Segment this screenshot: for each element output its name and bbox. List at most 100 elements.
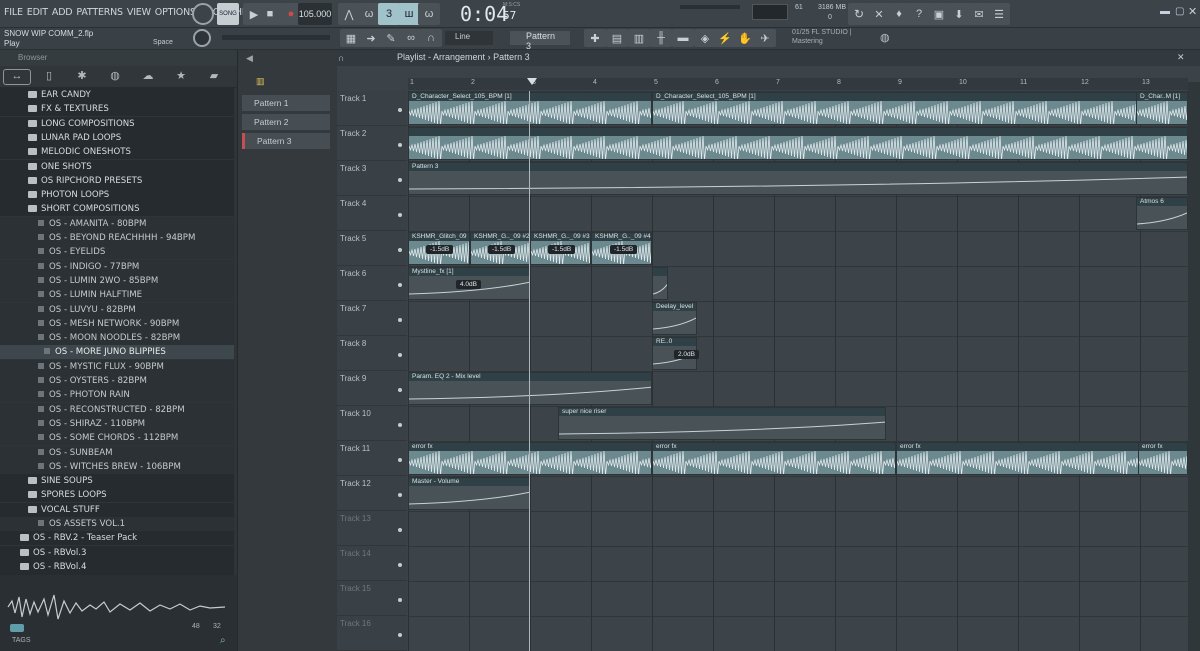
- track-header[interactable]: Track 10: [337, 406, 407, 441]
- browser-item[interactable]: OS - LUMIN 2WO - 85BPM: [0, 273, 234, 288]
- menu-item-view[interactable]: VIEW: [127, 7, 151, 18]
- song-mode-toggle[interactable]: SONG: [217, 3, 239, 25]
- search-icon[interactable]: ⌕: [220, 635, 226, 646]
- track-header[interactable]: Track 8: [337, 336, 407, 371]
- browser-icon[interactable]: ◈: [694, 29, 716, 47]
- browser-item[interactable]: OS - MESH NETWORK - 90BPM: [0, 316, 234, 331]
- browser-item[interactable]: OS - INDIGO - 77BPM: [0, 259, 234, 274]
- browser-favorites-tab[interactable]: ★: [167, 69, 195, 85]
- track-header[interactable]: Track 15: [337, 581, 407, 616]
- pattern-item-1[interactable]: Pattern 1: [242, 95, 330, 111]
- menu-item-edit[interactable]: EDIT: [27, 7, 48, 18]
- track-mute-led[interactable]: [398, 563, 402, 567]
- track-mute-led[interactable]: [398, 213, 402, 217]
- browser-item[interactable]: OS - OYSTERS - 82BPM: [0, 374, 234, 388]
- pattern-item-2[interactable]: Pattern 2: [242, 114, 330, 130]
- main-volume-knob[interactable]: [192, 3, 214, 25]
- track-mute-led[interactable]: [398, 493, 402, 497]
- track-mute-led[interactable]: [398, 633, 402, 637]
- track-mute-led[interactable]: [398, 598, 402, 602]
- playlist-close-icon[interactable]: ✕: [1177, 52, 1185, 63]
- blend-notes-icon[interactable]: ш: [398, 3, 420, 25]
- metronome-icon[interactable]: ⋀: [338, 3, 360, 25]
- news-icon[interactable]: ☰: [988, 3, 1010, 25]
- track-header[interactable]: Track 1: [337, 91, 407, 126]
- track-header[interactable]: Track 6: [337, 266, 407, 301]
- mic-icon[interactable]: ♦: [888, 3, 910, 25]
- mixer-icon[interactable]: ╫: [650, 29, 672, 47]
- maximize-icon[interactable]: ▢: [1175, 6, 1184, 17]
- browser-item[interactable]: OS RIPCHORD PRESETS: [0, 173, 234, 188]
- minimize-icon[interactable]: ▬: [1160, 6, 1170, 17]
- browser-item[interactable]: OS - SUNBEAM: [0, 445, 234, 460]
- snap-select[interactable]: Line: [445, 31, 493, 45]
- close-icon[interactable]: ✕: [1188, 5, 1197, 18]
- track-header[interactable]: Track 7: [337, 301, 407, 336]
- browser-item[interactable]: OS - MOON NOODLES - 82BPM: [0, 331, 234, 346]
- add-pattern-icon[interactable]: ✚: [584, 29, 606, 47]
- pitch-knob[interactable]: [193, 29, 211, 47]
- playlist-clip[interactable]: D_Character_Select_105_BPM [1]: [408, 92, 652, 125]
- arrangement-grid[interactable]: D_Character_Select_105_BPM [1] D_Characte…: [408, 91, 1188, 651]
- pencil-icon[interactable]: ✎: [380, 29, 402, 47]
- pattern-picker-menu-icon[interactable]: ◀: [246, 53, 253, 64]
- browser-item[interactable]: OS - RECONSTRUCTED - 82BPM: [0, 402, 234, 417]
- magnet-snap-icon[interactable]: ∩: [338, 53, 344, 63]
- browser-plugins-tab[interactable]: ✱: [68, 69, 96, 85]
- browser-all-tab[interactable]: ↔: [3, 69, 31, 85]
- browser-item[interactable]: VOCAL STUFF: [0, 502, 234, 517]
- track-mute-led[interactable]: [398, 283, 402, 287]
- track-header[interactable]: Track 3: [337, 161, 407, 196]
- send-icon[interactable]: ✈: [754, 29, 776, 47]
- browser-item[interactable]: SHORT COMPOSITIONS: [0, 202, 234, 217]
- playhead-marker[interactable]: [527, 78, 537, 85]
- playlist-clip[interactable]: Param. EQ 2 - Mix level: [408, 372, 652, 405]
- playlist-clip[interactable]: Master - Volume: [408, 477, 530, 510]
- track-mute-led[interactable]: [398, 458, 402, 462]
- browser-item[interactable]: OS - WITCHES BREW - 106BPM: [0, 459, 234, 474]
- browser-item[interactable]: OS - LUMIN HALFTIME: [0, 288, 234, 303]
- browser-item[interactable]: OS - MYSTIC FLUX - 90BPM: [0, 359, 234, 374]
- timeline-ruler[interactable]: 1 2 3 4 5 6 7 8 9 10 11 12 13: [408, 78, 1188, 90]
- track-mute-led[interactable]: [398, 108, 402, 112]
- undo-icon[interactable]: ↻: [848, 3, 870, 25]
- playlist-clip[interactable]: Pattern 3: [408, 162, 1188, 195]
- browser-item[interactable]: EAR CANDY: [0, 88, 234, 102]
- main-slider[interactable]: [222, 35, 330, 40]
- menu-item-options[interactable]: OPTIONS: [155, 7, 196, 18]
- playlist-clip[interactable]: [408, 127, 1188, 160]
- playlist-clip[interactable]: D_Char..M [1]: [1136, 92, 1188, 125]
- browser-item[interactable]: OS - EYELIDS: [0, 245, 234, 260]
- browser-item[interactable]: OS - RBV.2 - Teaser Pack: [0, 531, 234, 546]
- browser-folder-tab[interactable]: ▰: [200, 69, 228, 85]
- playlist-clip[interactable]: error fx: [896, 442, 1140, 475]
- browser-item[interactable]: OS - AMANITA - 80BPM: [0, 216, 234, 231]
- playlist-clip[interactable]: Atmos 6: [1136, 197, 1188, 230]
- playlist-icon[interactable]: ▤: [606, 29, 628, 47]
- menu-item-file[interactable]: FILE: [4, 7, 23, 18]
- browser-item[interactable]: SINE SOUPS: [0, 474, 234, 489]
- browser-item[interactable]: SPORES LOOPS: [0, 488, 234, 503]
- link-icon[interactable]: ∞: [400, 29, 422, 47]
- browser-item[interactable]: FX & TEXTURES: [0, 102, 234, 117]
- browser-item[interactable]: OS - SOME CHORDS - 112BPM: [0, 431, 234, 446]
- save-icon[interactable]: ▣: [928, 3, 950, 25]
- browser-item[interactable]: OS - MORE JUNO BLIPPIES: [0, 345, 234, 360]
- track-header[interactable]: Track 12: [337, 476, 407, 511]
- track-mute-led[interactable]: [398, 143, 402, 147]
- playlist-clip[interactable]: D_Character_Select_105_BPM [1]: [652, 92, 1140, 125]
- track-header[interactable]: Track 11: [337, 441, 407, 476]
- loop-record-icon[interactable]: ω: [418, 3, 440, 25]
- browser-item[interactable]: OS - BEYOND REACHHHH - 94BPM: [0, 231, 234, 245]
- track-mute-led[interactable]: [398, 388, 402, 392]
- pattern-item-3[interactable]: Pattern 3: [242, 133, 330, 149]
- chat-icon[interactable]: ✉: [968, 3, 990, 25]
- menu-item-patterns[interactable]: PATTERNS: [76, 7, 123, 18]
- track-header[interactable]: Track 4: [337, 196, 407, 231]
- export-icon[interactable]: ⬇: [948, 3, 970, 25]
- track-header[interactable]: Track 13: [337, 511, 407, 546]
- playlist-clip[interactable]: error fx: [652, 442, 896, 475]
- playlist-clip[interactable]: Deelay_level: [652, 302, 697, 335]
- plugin-icon[interactable]: ⚡: [714, 29, 736, 47]
- playlist-clip[interactable]: error fx: [408, 442, 652, 475]
